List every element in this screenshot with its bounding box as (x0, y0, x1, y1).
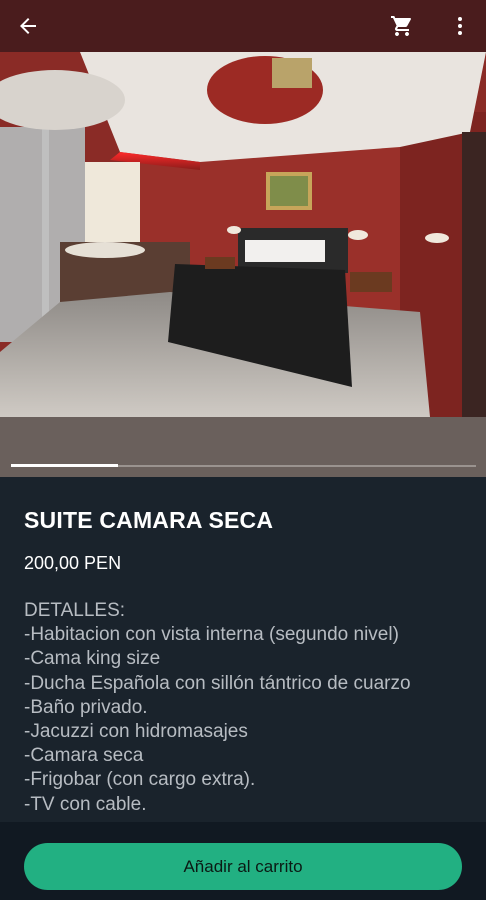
details-line: -Cama king size (24, 648, 161, 670)
more-options-button[interactable] (444, 10, 476, 42)
product-price: 200,00 PEN (24, 553, 122, 573)
footer-bar: Añadir al carrito (0, 822, 486, 900)
cart-button[interactable] (386, 10, 418, 42)
details-line: -Ducha Española con sillón tántrico de c… (24, 672, 411, 694)
add-to-cart-button[interactable]: Añadir al carrito (24, 843, 462, 890)
shopping-cart-icon (391, 16, 411, 36)
details-line: -Habitacion con vista interna (segundo n… (24, 624, 399, 646)
back-button[interactable] (12, 10, 44, 42)
room-photo-illustration (0, 52, 486, 417)
details-line: -Camara seca (24, 745, 144, 767)
details-line: -Jacuzzi con hidromasajes (24, 721, 248, 743)
details-heading: DETALLES: (24, 600, 126, 621)
app-bar (0, 0, 486, 52)
arrow-left-icon (20, 18, 36, 34)
details-line: -Frigobar (con cargo extra). (24, 769, 256, 791)
gallery-progress-indicator (11, 464, 118, 467)
more-vertical-icon (458, 17, 462, 35)
product-description: DETALLES: -Habitacion con vista interna … (24, 599, 462, 817)
gallery-strip (0, 417, 486, 477)
product-title: SUITE CAMARA SECA (24, 507, 274, 533)
product-details: SUITE CAMARA SECA 200,00 PEN DETALLES: -… (0, 477, 486, 822)
room-photo[interactable] (0, 52, 486, 417)
details-line: -TV con cable. (24, 793, 147, 815)
details-line: -Baño privado. (24, 696, 148, 718)
